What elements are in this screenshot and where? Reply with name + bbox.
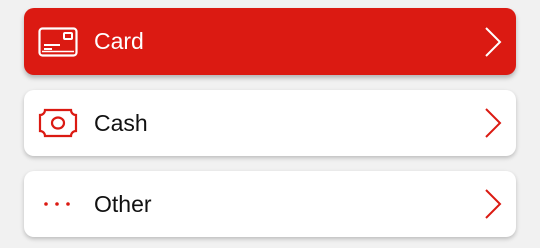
payment-option-cash[interactable]: Cash — [24, 90, 516, 156]
payment-option-label: Card — [94, 28, 144, 54]
credit-card-icon — [38, 25, 78, 59]
payment-option-label: Other — [94, 190, 152, 217]
payment-method-list: Card Cash Other — [0, 0, 540, 248]
chevron-right-icon — [485, 108, 502, 138]
chevron-right-icon — [485, 26, 502, 57]
chevron-right-icon — [485, 189, 502, 219]
more-dots-icon — [38, 187, 78, 221]
payment-option-label: Cash — [94, 109, 148, 136]
banknote-icon — [38, 106, 78, 140]
payment-option-card[interactable]: Card — [24, 8, 516, 75]
payment-option-other[interactable]: Other — [24, 171, 516, 237]
